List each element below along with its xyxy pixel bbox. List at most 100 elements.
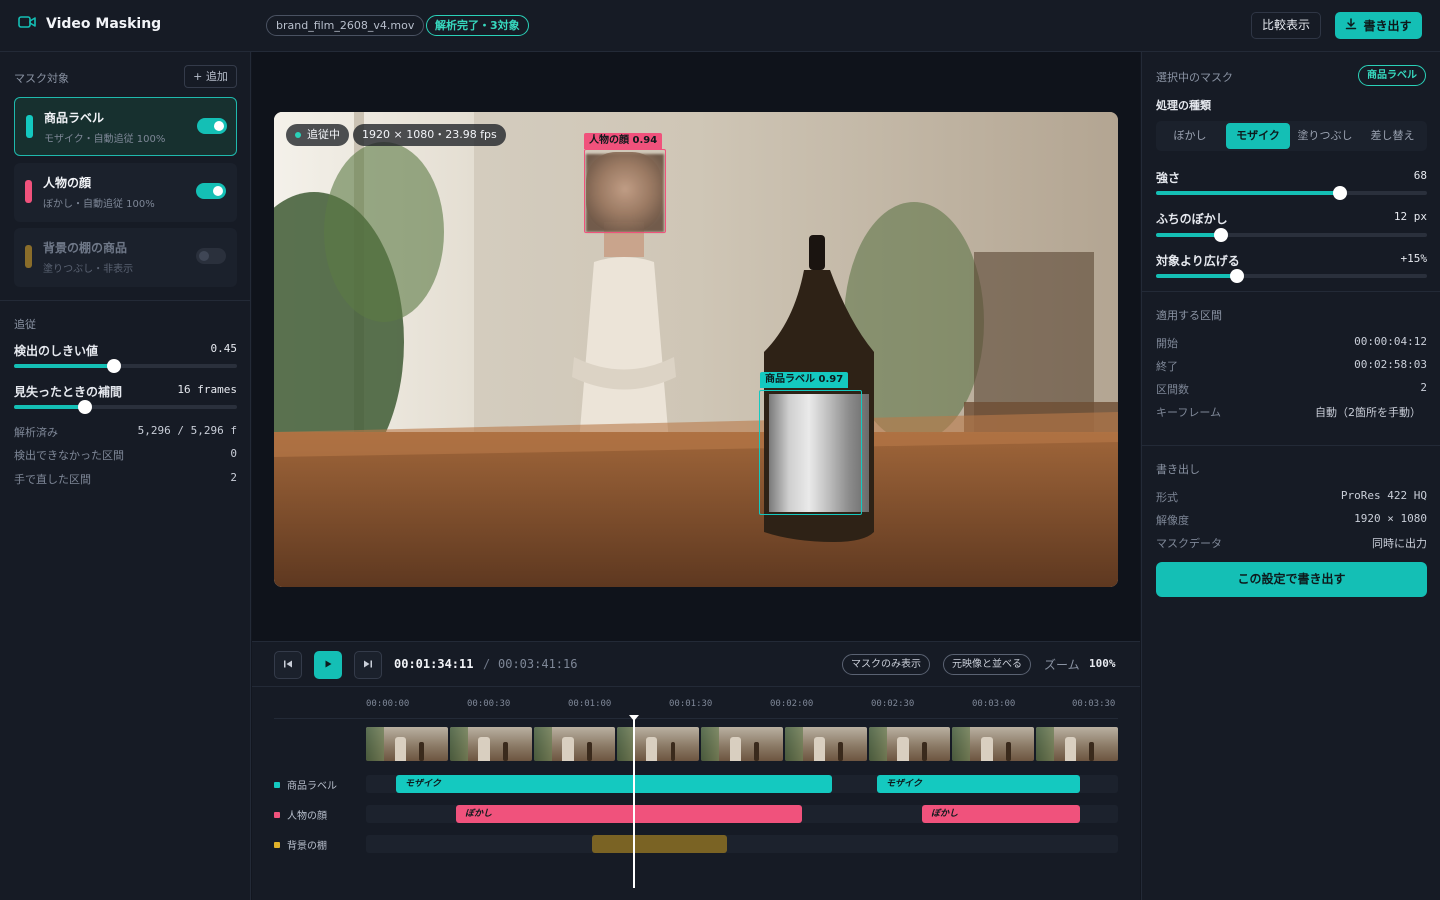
- track-label-face: 人物の顔: [274, 807, 327, 822]
- filmstrip[interactable]: [366, 727, 1119, 761]
- skip-back-button[interactable]: [274, 651, 302, 679]
- skip-forward-icon: [363, 658, 373, 672]
- add-mask-button[interactable]: + 追加: [184, 65, 237, 88]
- export-resolution: 解像度 1920 × 1080: [1156, 512, 1427, 528]
- export-button[interactable]: 書き出す: [1335, 12, 1422, 39]
- clip-fill-1[interactable]: [592, 835, 727, 853]
- label-detection-box[interactable]: [759, 390, 862, 515]
- kv-label: 形式: [1156, 491, 1178, 504]
- type-option-blur[interactable]: ぼかし: [1158, 123, 1222, 149]
- clip-mosaic-1[interactable]: モザイク: [396, 775, 832, 793]
- kv-value: 2: [1420, 381, 1427, 394]
- track-lane-shelf[interactable]: [366, 835, 1118, 853]
- zoom-value[interactable]: 100%: [1089, 657, 1116, 670]
- track-color-dot: [274, 781, 280, 788]
- playhead[interactable]: [633, 718, 635, 888]
- type-option-fill[interactable]: 塗りつぶし: [1293, 123, 1357, 149]
- track-lane-face[interactable]: ぼかし ぼかし: [366, 805, 1118, 823]
- divider: [0, 300, 251, 301]
- kv-value: 00:02:58:03: [1354, 358, 1427, 371]
- kv-label: 区間数: [1156, 383, 1189, 396]
- ruler-tick: 00:00:00: [366, 699, 410, 709]
- skip-forward-button[interactable]: [354, 651, 382, 679]
- expand-slider[interactable]: [1156, 269, 1427, 283]
- clip-blur-2[interactable]: ぼかし: [922, 805, 1080, 823]
- slider-thumb[interactable]: [107, 359, 122, 373]
- mask-item-face[interactable]: 人物の顔 ぼかし・自動追従 100%: [14, 163, 237, 222]
- type-title: 処理の種類: [1156, 99, 1211, 112]
- type-option-mosaic[interactable]: モザイク: [1226, 123, 1290, 149]
- side-by-side-toggle[interactable]: 元映像と並べる: [943, 654, 1031, 675]
- feather-label: ふちのぼかし: [1156, 212, 1228, 226]
- type-option-replace[interactable]: 差し替え: [1360, 123, 1425, 149]
- interp-value: 16 frames: [177, 383, 237, 396]
- mask-visibility-toggle[interactable]: [197, 118, 227, 134]
- right-sidebar: 選択中のマスク 商品ラベル 処理の種類 ぼかし モザイク 塗りつぶし 差し替え …: [1141, 52, 1440, 900]
- filmstrip-frame: [617, 727, 700, 761]
- timecode-separator: /: [483, 657, 491, 671]
- mask-color-bar: [25, 245, 32, 268]
- mask-targets-title: マスク対象: [14, 72, 69, 85]
- strength-label: 強さ: [1156, 171, 1181, 185]
- export-mask-data: マスクデータ 同時に出力: [1156, 535, 1427, 551]
- mask-type-segmented: ぼかし モザイク 塗りつぶし 差し替え: [1156, 121, 1427, 151]
- slider-thumb[interactable]: [1230, 269, 1245, 283]
- label-detection-label: 商品ラベル 0.97: [760, 372, 849, 388]
- mask-visibility-toggle[interactable]: [196, 248, 226, 264]
- track-color-dot: [274, 841, 280, 848]
- kv-value[interactable]: 同時に出力: [1372, 535, 1427, 551]
- app-title: Video Masking: [46, 15, 162, 32]
- track-label-product: 商品ラベル: [274, 777, 337, 792]
- stat-value: 0: [230, 447, 237, 460]
- video-preview[interactable]: 追従中 1920 × 1080・23.98 fps 人物の顔 0.94 商品ラベ…: [274, 112, 1118, 587]
- ruler-tick: 00:02:30: [871, 699, 915, 709]
- compare-button[interactable]: 比較表示: [1251, 12, 1321, 39]
- track-name: 背景の棚: [287, 841, 327, 852]
- mask-color-bar: [25, 180, 32, 203]
- kv-label: 開始: [1156, 337, 1178, 350]
- divider: [1142, 291, 1440, 292]
- video-frame-image: [274, 112, 1118, 587]
- clip-blur-1[interactable]: ぼかし: [456, 805, 802, 823]
- play-button[interactable]: [314, 651, 342, 679]
- range-count: 区間数 2: [1156, 381, 1427, 397]
- slider-thumb[interactable]: [78, 400, 93, 414]
- strength-value: 68: [1413, 169, 1427, 182]
- kv-value[interactable]: 1920 × 1080: [1354, 512, 1427, 528]
- stat-label: 検出できなかった区間: [14, 449, 124, 462]
- mask-only-toggle[interactable]: マスクのみ表示: [842, 654, 930, 675]
- mask-visibility-toggle[interactable]: [196, 183, 226, 199]
- ruler-tick: 00:00:30: [467, 699, 511, 709]
- track-lane-product[interactable]: モザイク モザイク: [366, 775, 1118, 793]
- interp-row: 見失ったときの補間 16 frames: [14, 383, 237, 400]
- kv-value[interactable]: ProRes 422 HQ: [1341, 489, 1427, 505]
- kv-value: 00:00:04:12: [1354, 335, 1427, 348]
- stat-manual: 手で直した区間 2: [14, 471, 237, 487]
- face-detection-box[interactable]: [584, 149, 666, 233]
- slider-thumb[interactable]: [1333, 186, 1348, 200]
- feather-slider[interactable]: [1156, 228, 1427, 242]
- clip-mosaic-2[interactable]: モザイク: [877, 775, 1080, 793]
- stat-label: 手で直した区間: [14, 473, 91, 486]
- left-sidebar: マスク対象 + 追加 商品ラベル モザイク・自動追従 100% 人物の顔 ぼかし…: [0, 52, 251, 900]
- filmstrip-frame: [366, 727, 448, 761]
- file-name-pill[interactable]: brand_film_2608_v4.mov: [266, 15, 425, 36]
- skip-back-icon: [283, 658, 293, 672]
- export-with-settings-button[interactable]: この設定で書き出す: [1156, 562, 1427, 597]
- ruler-tick: 00:01:30: [669, 699, 713, 709]
- threshold-slider[interactable]: [14, 359, 237, 373]
- strength-slider[interactable]: [1156, 186, 1427, 200]
- expand-label: 対象より広げる: [1156, 254, 1240, 268]
- interp-slider[interactable]: [14, 400, 237, 414]
- selected-mask-badge: 商品ラベル: [1358, 65, 1426, 86]
- filmstrip-frame: [868, 727, 951, 761]
- range-start: 開始 00:00:04:12: [1156, 335, 1427, 351]
- slider-thumb[interactable]: [1214, 228, 1229, 242]
- mask-item-shelf[interactable]: 背景の棚の商品 塗りつぶし・非表示: [14, 228, 237, 287]
- filmstrip-frame: [784, 727, 867, 761]
- ruler-divider: [274, 718, 1118, 719]
- mask-item-product-label[interactable]: 商品ラベル モザイク・自動追従 100%: [14, 97, 237, 156]
- mask-name: 背景の棚の商品: [43, 241, 128, 255]
- track-name: 商品ラベル: [287, 781, 337, 792]
- threshold-value: 0.45: [210, 342, 238, 355]
